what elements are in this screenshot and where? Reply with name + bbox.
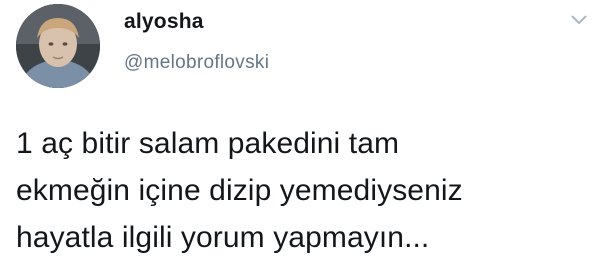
- username[interactable]: @melobroflovski: [124, 52, 269, 74]
- chevron-down-icon: [571, 15, 587, 24]
- tweet-menu-button[interactable]: [568, 12, 590, 28]
- tweet-card: alyosha @melobroflovski 1 aç bitir salam…: [0, 0, 600, 265]
- tweet-text-line: ekmeğin içine dizip yemediyseniz: [16, 174, 463, 207]
- avatar[interactable]: [16, 4, 100, 88]
- tweet-text-line: 1 aç bitir salam pakedini tam: [16, 127, 400, 160]
- tweet-text-line: hayatla ilgili yorum yapmayın...: [16, 221, 430, 254]
- tweet-text: 1 aç bitir salam pakedini tam ekmeğin iç…: [16, 120, 586, 261]
- avatar-photo: [16, 4, 100, 88]
- display-name[interactable]: alyosha: [124, 10, 204, 34]
